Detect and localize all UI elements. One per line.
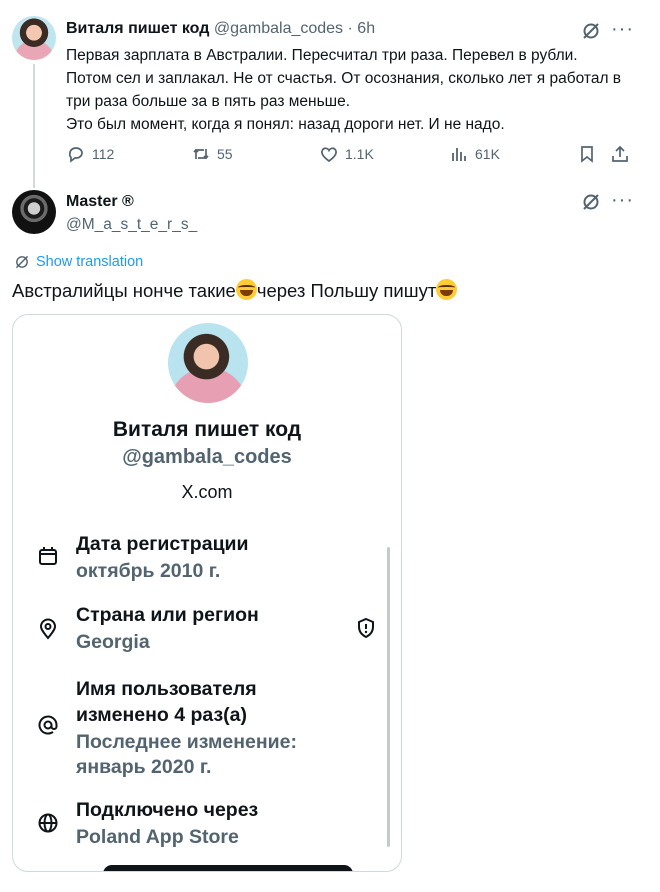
translate-icon (15, 255, 29, 269)
info-label: изменено 4 раз(а) (76, 704, 247, 726)
info-label: Дата регистрации (76, 533, 249, 555)
tweet-text-line: Это был момент, когда я понял: назад дор… (66, 116, 505, 133)
author-handle[interactable]: @gambala_codes (214, 20, 343, 37)
repost-button[interactable]: 55 (191, 144, 233, 164)
tweet-text-part: через Польшу пишут (256, 280, 437, 301)
repost-icon (193, 148, 209, 160)
avatar[interactable] (12, 190, 56, 234)
tweet-text-line: три раза больше за в пять раз меньше. (66, 93, 351, 110)
globe-icon (38, 813, 58, 833)
reply-icon (68, 147, 83, 163)
info-label: Имя пользователя (76, 678, 257, 700)
info-label: Страна или регион (76, 604, 259, 626)
timestamp[interactable]: · 6h (348, 20, 376, 37)
author-handle[interactable]: @M_a_s_t_e_r_s_ (66, 216, 197, 234)
info-label: Подключено через (76, 799, 259, 821)
shield-warning-icon[interactable] (355, 617, 377, 639)
heart-icon (321, 147, 337, 163)
show-translation-label[interactable]: Show translation (36, 254, 143, 270)
show-translation-link[interactable]: Show translation (14, 254, 143, 270)
tweet-actions: 112 55 1.1K 61K (66, 144, 636, 166)
info-value: октябрь 2010 г. (76, 560, 221, 582)
reply-button[interactable]: 112 (66, 144, 114, 164)
reply-count: 112 (92, 146, 115, 162)
at-sign-icon (38, 715, 58, 735)
tweet-header: Виталя пишет код @gambala_codes · 6h (66, 20, 375, 38)
info-value: Poland App Store (76, 826, 239, 848)
grok-icon[interactable] (581, 21, 601, 41)
thread-connector-line (33, 64, 35, 188)
profile-handle: @gambala_codes (122, 446, 292, 468)
author-name[interactable]: Master ® (66, 193, 134, 211)
joy-emoji-icon (235, 279, 257, 300)
more-options-icon[interactable]: ··· (611, 19, 633, 42)
author-name[interactable]: Виталя пишет код (66, 20, 209, 37)
like-count: 1.1K (345, 146, 374, 162)
analytics-icon (452, 148, 466, 161)
tweet-text: Первая зарплата в Австралии. Пересчитал … (66, 44, 646, 136)
tweet-text: Австралийцы нонче такие через Польшу пишу… (12, 279, 458, 302)
tweet-text-part: Австралийцы нонче такие (12, 280, 236, 301)
bookmark-icon[interactable] (577, 144, 597, 164)
views-button[interactable]: 61K (449, 144, 500, 164)
scrollbar (387, 547, 390, 847)
tweet-1[interactable]: Виталя пишет код @gambala_codes · 6h ···… (0, 0, 660, 188)
tweet-text-line: Первая зарплата в Австралии. Пересчитал … (66, 47, 578, 64)
avatar[interactable] (12, 16, 56, 60)
info-value: Georgia (76, 631, 150, 653)
calendar-icon (39, 547, 57, 565)
more-options-icon[interactable]: ··· (611, 190, 633, 213)
repost-count: 55 (217, 146, 233, 162)
joy-emoji-icon (436, 279, 458, 300)
grok-icon[interactable] (581, 192, 601, 212)
x-domain-label: X.com (181, 482, 233, 502)
info-value: январь 2020 г. (76, 756, 212, 778)
like-button[interactable]: 1.1K (319, 144, 374, 164)
info-value: Последнее изменение: (76, 731, 297, 753)
bottom-action-button (103, 865, 353, 871)
location-pin-icon (39, 618, 57, 640)
share-icon[interactable] (610, 144, 630, 164)
profile-avatar (168, 323, 248, 403)
view-count: 61K (475, 146, 500, 162)
attached-image[interactable]: Виталя пишет код @gambala_codes X.com Да… (12, 314, 402, 872)
profile-name: Виталя пишет код (112, 418, 302, 441)
tweet-text-line: Потом сел и заплакал. Не от счастья. От … (66, 70, 622, 87)
